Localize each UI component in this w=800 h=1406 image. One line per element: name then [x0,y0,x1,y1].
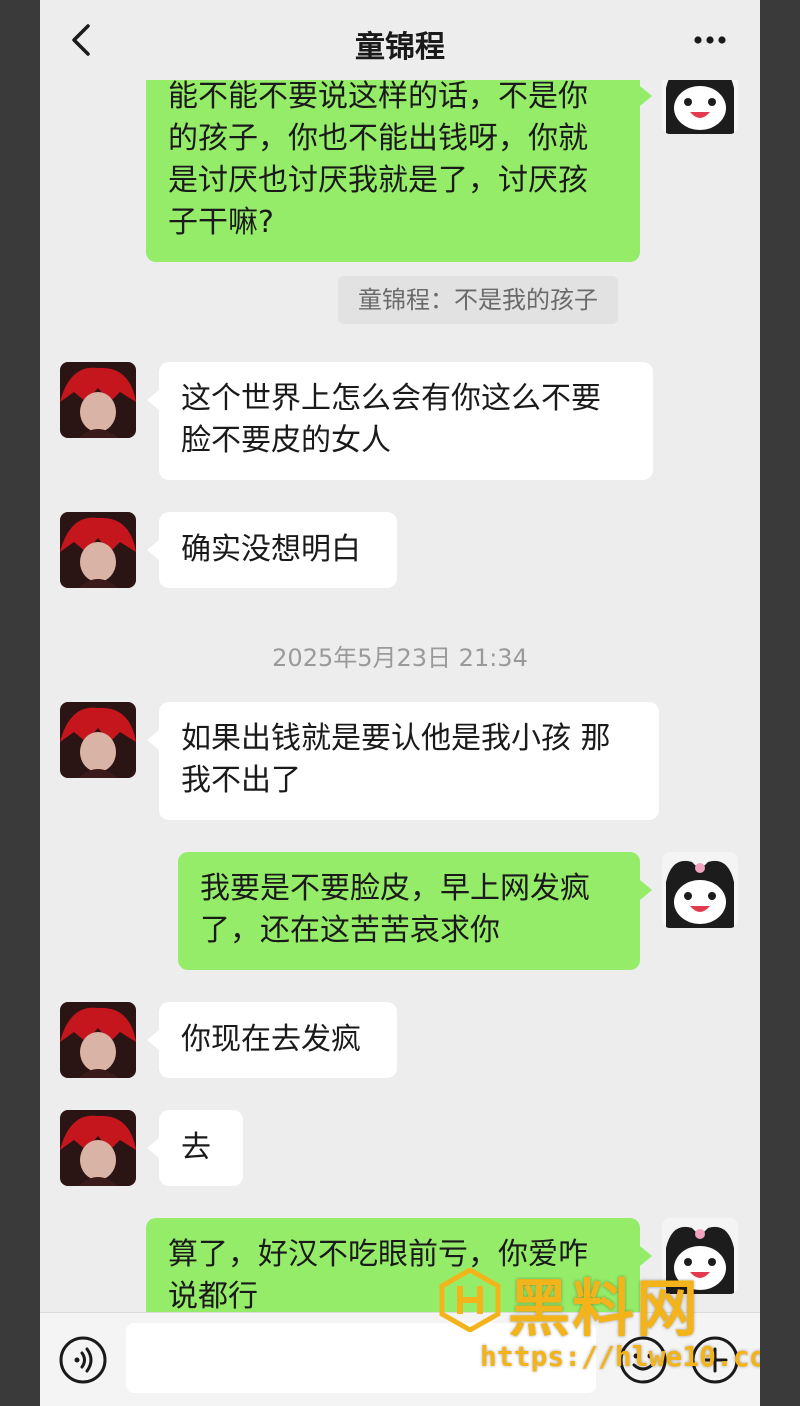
message-text: 能不能不要说这样的话，不是你 [168,79,588,114]
bubble-tail [147,1030,159,1050]
red-hair-avatar-icon [60,362,136,438]
bubble-tail [147,1138,159,1158]
red-hair-avatar-icon [60,1110,136,1186]
red-hair-avatar-icon [60,512,136,588]
message-bubble[interactable]: 这个世界上怎么会有你这么不要 脸不要皮的女人 [159,362,653,480]
contact-avatar[interactable] [60,512,136,588]
bubble-tail [147,540,159,560]
red-hair-avatar-icon [60,702,136,778]
message-text: 确实没想明白 [181,532,361,567]
chat-header: 童锦程 [40,0,760,80]
red-hair-avatar-icon [60,1002,136,1078]
message-text: 这个世界上怎么会有你这么不要 [181,381,601,416]
bubble-tail [147,390,159,410]
voice-button[interactable] [58,1335,108,1389]
message-text: 是讨厌也讨厌我就是了，讨厌孩 [168,163,588,198]
timestamp: 2025年5月23日 21:34 [272,644,528,672]
more-button[interactable] [680,20,740,60]
contact-avatar[interactable] [60,1002,136,1078]
message-text: 了，还在这苦苦哀求你 [200,913,500,948]
bubble-tail [147,730,159,750]
message-text: 子干嘛? [168,205,274,240]
message-bubble[interactable]: 能不能不要说这样的话，不是你 的孩子，你也不能出钱呀，你就 是讨厌也讨厌我就是了… [146,58,640,262]
message-bubble[interactable]: 我要是不要脸皮，早上网发疯 了，还在这苦苦哀求你 [178,852,640,970]
voice-icon [59,1336,107,1384]
message-text: 我要是不要脸皮，早上网发疯 [200,871,590,906]
bubble-tail [640,86,652,106]
message-text: 去 [181,1130,211,1165]
watermark-url: https://hlwe10.com [480,1340,760,1373]
message-bubble[interactable]: 确实没想明白 [159,512,397,588]
chat-screen: 童锦程 能不能不要说这样的话，不是你 的孩子，你也不能出钱呀，你就 是讨厌也讨厌… [40,0,760,1406]
my-avatar[interactable] [662,852,738,928]
watermark-logo-icon [438,1267,502,1336]
kuromi-avatar-icon [662,852,738,928]
contact-avatar[interactable] [60,1110,136,1186]
chat-title: 童锦程 [355,30,445,65]
more-dots-icon [694,36,726,44]
contact-avatar[interactable] [60,702,136,778]
message-bubble[interactable]: 如果出钱就是要认他是我小孩 那 我不出了 [159,702,659,820]
message-text: 脸不要皮的女人 [181,423,391,458]
message-text: 如果出钱就是要认他是我小孩 那 [181,721,611,756]
contact-avatar[interactable] [60,362,136,438]
message-bubble[interactable]: 去 [159,1110,243,1186]
watermark-text: 黑料网 [508,1272,701,1345]
message-bubble[interactable]: 你现在去发疯 [159,1002,397,1078]
message-text: 的孩子，你也不能出钱呀，你就 [168,121,588,156]
message-text: 你现在去发疯 [181,1022,361,1057]
message-text: 我不出了 [181,763,301,798]
bubble-tail [640,880,652,900]
quoted-message[interactable]: 童锦程：不是我的孩子 [338,276,618,324]
